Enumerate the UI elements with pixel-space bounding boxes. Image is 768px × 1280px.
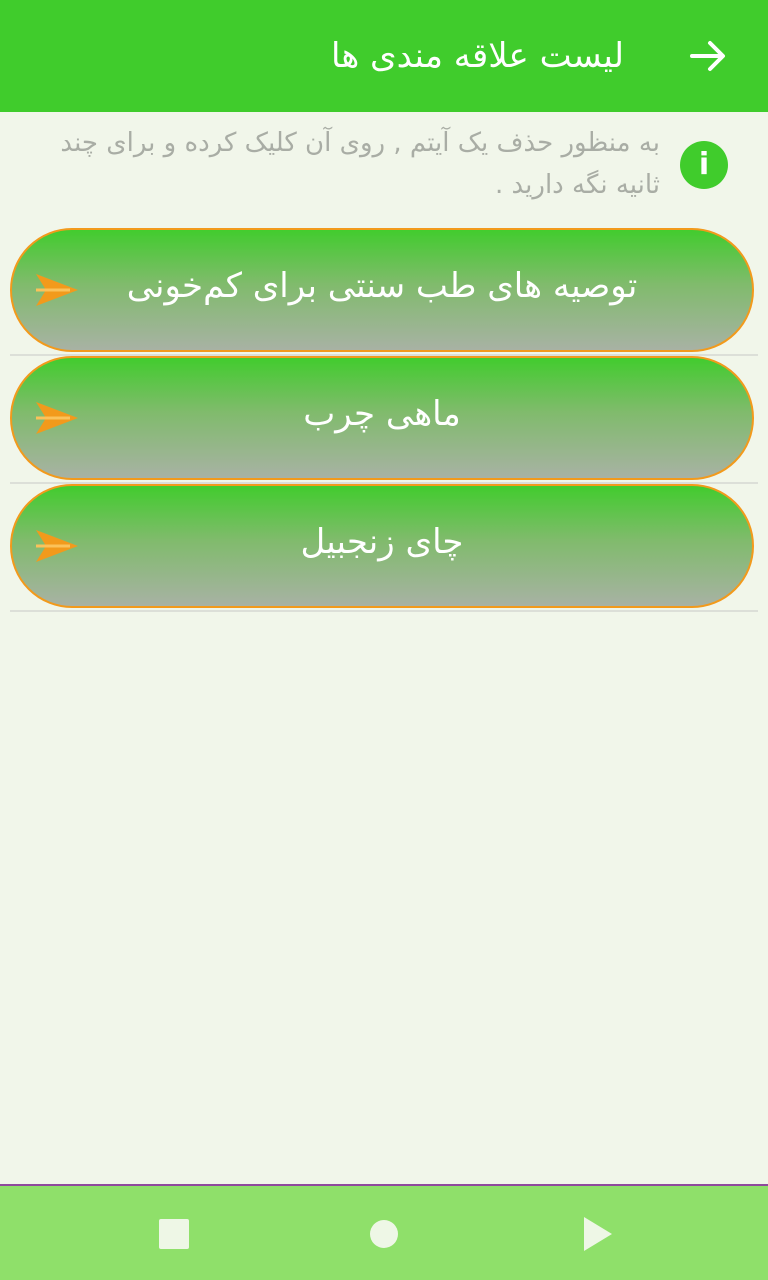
home-icon (370, 1220, 398, 1248)
system-navigation-bar (0, 1184, 768, 1280)
favorite-item-button[interactable]: ماهی چرب (10, 356, 754, 480)
recent-apps-button[interactable] (144, 1204, 204, 1264)
send-arrow-icon (36, 274, 78, 306)
favorites-list: توصیه های طب سنتی برای کم‌خونی ماهی چرب (0, 228, 768, 612)
arrow-right-icon (690, 41, 725, 71)
send-arrow-icon (36, 402, 78, 434)
list-item: چای زنجبیل (0, 484, 768, 612)
home-button[interactable] (354, 1204, 414, 1264)
info-icon: i (680, 141, 728, 189)
favorite-item-button[interactable]: توصیه های طب سنتی برای کم‌خونی (10, 228, 754, 352)
favorite-item-label: توصیه های طب سنتی برای کم‌خونی (126, 266, 638, 306)
favorite-item-button[interactable]: چای زنجبیل (10, 484, 754, 608)
screen: لیست علاقه مندی ها i به منظور حذف یک آیت… (0, 0, 768, 1280)
app-bar: لیست علاقه مندی ها (0, 0, 768, 112)
back-nav-button[interactable] (568, 1204, 628, 1264)
favorite-item-label: ماهی چرب (303, 394, 461, 434)
back-button[interactable] (668, 16, 748, 96)
favorite-item-label: چای زنجبیل (300, 522, 464, 562)
info-text: به منظور حذف یک آیتم , روی آن کلیک کرده … (60, 128, 660, 200)
list-item: ماهی چرب (0, 356, 768, 484)
divider (10, 610, 758, 612)
recent-apps-icon (159, 1219, 189, 1249)
back-triangle-icon (584, 1217, 612, 1251)
list-item: توصیه های طب سنتی برای کم‌خونی (0, 228, 768, 356)
send-arrow-icon (36, 530, 78, 562)
page-title: لیست علاقه مندی ها (330, 36, 624, 76)
info-row: i به منظور حذف یک آیتم , روی آن کلیک کرد… (0, 112, 768, 222)
